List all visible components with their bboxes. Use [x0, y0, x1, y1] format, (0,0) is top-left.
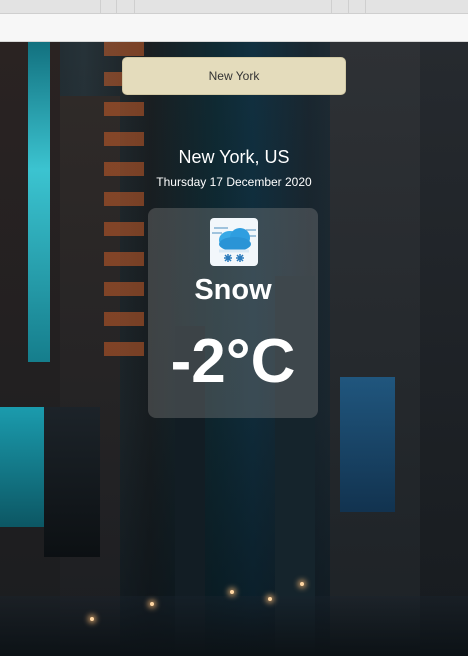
- tab-divider: [348, 0, 349, 14]
- neon-billboard: [0, 407, 48, 527]
- snow-cloud-icon: [208, 216, 260, 268]
- weather-condition: Snow: [194, 274, 272, 306]
- tab-divider: [365, 0, 366, 14]
- tab-divider: [331, 0, 332, 14]
- location-title: New York, US: [178, 147, 290, 167]
- billboard: [44, 407, 100, 557]
- building: [420, 42, 468, 656]
- city-search-input[interactable]: [122, 57, 346, 95]
- street-light: [150, 602, 154, 606]
- date-label: Thursday 17 December 2020: [156, 175, 312, 189]
- temperature-value: -2°C: [170, 327, 296, 396]
- billboard: [340, 377, 395, 512]
- street-light: [268, 597, 272, 601]
- tab-divider: [116, 0, 117, 14]
- street-light: [300, 582, 304, 586]
- neon-billboard: [28, 42, 50, 362]
- street-light: [90, 617, 94, 621]
- tab-divider: [134, 0, 135, 14]
- browser-toolbar: [0, 14, 468, 42]
- street-light: [230, 590, 234, 594]
- tab-divider: [100, 0, 101, 14]
- building: [330, 42, 420, 656]
- street: [0, 596, 468, 656]
- browser-tab-strip: [0, 0, 468, 14]
